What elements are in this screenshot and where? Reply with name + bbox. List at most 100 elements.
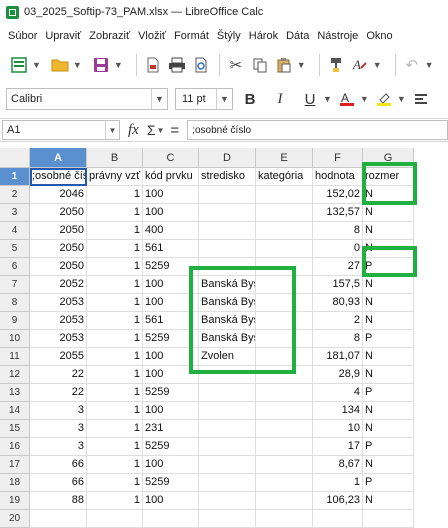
new-spreadsheet-icon[interactable] — [8, 54, 30, 76]
cell-b5[interactable]: 1 — [87, 240, 143, 258]
cell-b2[interactable]: 1 — [87, 186, 143, 204]
cell-b14[interactable]: 1 — [87, 402, 143, 420]
cell-f17[interactable]: 8,67 — [313, 456, 363, 474]
row-header-14[interactable]: 14 — [0, 402, 30, 420]
undo-icon[interactable]: ↶ — [401, 54, 423, 76]
select-all-corner[interactable] — [0, 148, 30, 168]
cell-a4[interactable]: 2050 — [30, 222, 87, 240]
cell-c18[interactable]: 5259 — [143, 474, 199, 492]
chevron-down-icon[interactable]: ▼ — [73, 60, 82, 70]
cell-a9[interactable]: 2053 — [30, 312, 87, 330]
function-wizard-icon[interactable]: fx — [128, 122, 139, 139]
align-left-icon[interactable] — [410, 88, 432, 110]
cell-e13[interactable] — [256, 384, 313, 402]
font-size-box[interactable]: 11 pt ▼ — [175, 88, 233, 110]
cell-b19[interactable]: 1 — [87, 492, 143, 510]
column-header-f[interactable]: F — [313, 148, 363, 168]
cell-g17[interactable]: N — [363, 456, 414, 474]
column-header-d[interactable]: D — [199, 148, 256, 168]
row-header-16[interactable]: 16 — [0, 438, 30, 456]
cell-e15[interactable] — [256, 420, 313, 438]
row-header-17[interactable]: 17 — [0, 456, 30, 474]
cell-c20[interactable] — [143, 510, 199, 528]
cell-a6[interactable]: 2050 — [30, 258, 87, 276]
column-header-b[interactable]: B — [87, 148, 143, 168]
cell-b3[interactable]: 1 — [87, 204, 143, 222]
chevron-down-icon[interactable]: ▼ — [297, 60, 306, 70]
clear-formatting-icon[interactable]: A — [349, 54, 371, 76]
cell-a17[interactable]: 66 — [30, 456, 87, 474]
row-header-19[interactable]: 19 — [0, 492, 30, 510]
cut-icon[interactable]: ✂ — [225, 54, 247, 76]
cell-f1[interactable]: hodnota — [313, 168, 363, 186]
row-header-15[interactable]: 15 — [0, 420, 30, 438]
menu-item-2[interactable]: Zobraziť — [85, 26, 134, 46]
cell-f5[interactable]: 0 — [313, 240, 363, 258]
cell-e18[interactable] — [256, 474, 313, 492]
cell-e20[interactable] — [256, 510, 313, 528]
cell-f14[interactable]: 134 — [313, 402, 363, 420]
cell-b20[interactable] — [87, 510, 143, 528]
cell-g7[interactable]: N — [363, 276, 414, 294]
cell-a8[interactable]: 2053 — [30, 294, 87, 312]
cell-a3[interactable]: 2050 — [30, 204, 87, 222]
cell-b4[interactable]: 1 — [87, 222, 143, 240]
chevron-down-icon[interactable]: ▼ — [151, 89, 167, 109]
cell-d3[interactable] — [199, 204, 256, 222]
paste-icon[interactable] — [273, 54, 295, 76]
row-header-7[interactable]: 7 — [0, 276, 30, 294]
chevron-down-icon[interactable]: ▼ — [114, 60, 123, 70]
formula-input[interactable]: ;osobné číslo — [187, 120, 448, 140]
cell-g18[interactable]: P — [363, 474, 414, 492]
cell-c14[interactable]: 100 — [143, 402, 199, 420]
cell-f4[interactable]: 8 — [313, 222, 363, 240]
cell-b16[interactable]: 1 — [87, 438, 143, 456]
cell-f16[interactable]: 17 — [313, 438, 363, 456]
cell-d17[interactable] — [199, 456, 256, 474]
cell-f20[interactable] — [313, 510, 363, 528]
cell-d18[interactable] — [199, 474, 256, 492]
cell-g3[interactable]: N — [363, 204, 414, 222]
row-header-10[interactable]: 10 — [0, 330, 30, 348]
cell-e2[interactable] — [256, 186, 313, 204]
cell-g4[interactable]: N — [363, 222, 414, 240]
cell-f6[interactable]: 27 — [313, 258, 363, 276]
column-header-a[interactable]: A — [30, 148, 87, 168]
open-folder-icon[interactable] — [49, 54, 71, 76]
cell-d4[interactable] — [199, 222, 256, 240]
menu-item-9[interactable]: Okno — [362, 26, 396, 46]
underline-button[interactable]: U — [297, 88, 323, 110]
menu-item-5[interactable]: Štýly — [213, 26, 245, 46]
cell-f18[interactable]: 1 — [313, 474, 363, 492]
row-header-6[interactable]: 6 — [0, 258, 30, 276]
copy-icon[interactable] — [249, 54, 271, 76]
cell-a16[interactable]: 3 — [30, 438, 87, 456]
cell-g14[interactable]: N — [363, 402, 414, 420]
row-header-1[interactable]: 1 — [0, 168, 30, 186]
cell-g11[interactable]: N — [363, 348, 414, 366]
cell-b11[interactable]: 1 — [87, 348, 143, 366]
cell-c17[interactable]: 100 — [143, 456, 199, 474]
cell-b8[interactable]: 1 — [87, 294, 143, 312]
cell-g13[interactable]: P — [363, 384, 414, 402]
cell-g15[interactable]: N — [363, 420, 414, 438]
cell-f12[interactable]: 28,9 — [313, 366, 363, 384]
menu-item-3[interactable]: Vložiť — [134, 26, 170, 46]
font-name-box[interactable]: Calibri ▼ — [6, 88, 168, 110]
cell-f8[interactable]: 80,93 — [313, 294, 363, 312]
cell-f19[interactable]: 106,23 — [313, 492, 363, 510]
cell-e4[interactable] — [256, 222, 313, 240]
cell-e19[interactable] — [256, 492, 313, 510]
cell-f10[interactable]: 8 — [313, 330, 363, 348]
cell-e5[interactable] — [256, 240, 313, 258]
clone-formatting-icon[interactable] — [325, 54, 347, 76]
cell-c2[interactable]: 100 — [143, 186, 199, 204]
cell-e3[interactable] — [256, 204, 313, 222]
cell-b6[interactable]: 1 — [87, 258, 143, 276]
cell-d20[interactable] — [199, 510, 256, 528]
cell-g10[interactable]: P — [363, 330, 414, 348]
cell-f13[interactable]: 4 — [313, 384, 363, 402]
row-header-12[interactable]: 12 — [0, 366, 30, 384]
cell-e17[interactable] — [256, 456, 313, 474]
export-pdf-icon[interactable] — [142, 54, 164, 76]
